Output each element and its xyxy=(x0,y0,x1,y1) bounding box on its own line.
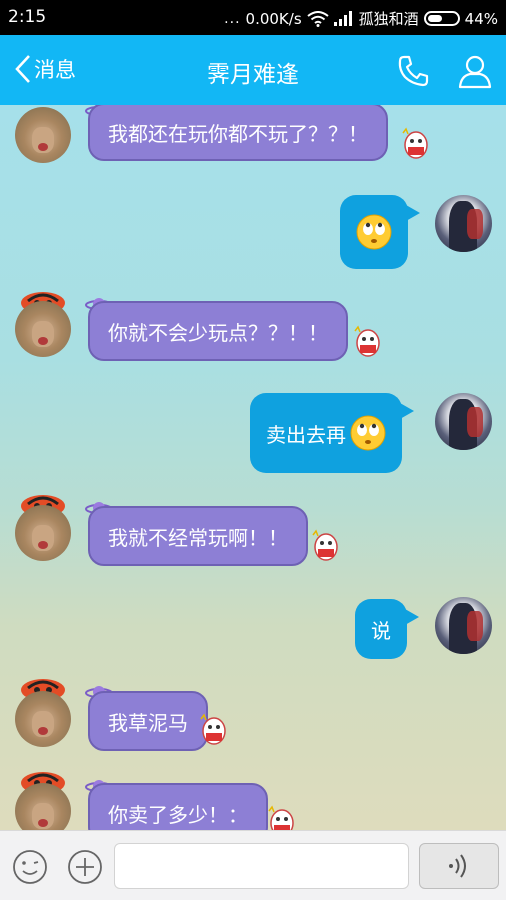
mascot-sticker-icon xyxy=(354,325,380,357)
plus-circle-icon[interactable] xyxy=(67,849,103,885)
status-bar: 2:15 ... 0.00K/s 孤独和酒 44% xyxy=(0,0,506,35)
my-avatar[interactable] xyxy=(435,195,492,252)
carrier-name: 孤独和酒 xyxy=(358,10,419,28)
my-avatar[interactable] xyxy=(435,393,492,450)
signal-bars-icon xyxy=(333,11,352,26)
my-avatar[interactable] xyxy=(435,597,492,654)
message-bubble-sent[interactable]: 说 xyxy=(355,599,419,659)
message-bubble-received[interactable]: 我草泥马 xyxy=(88,691,208,751)
input-bar xyxy=(0,830,506,900)
message-text: 我都还在玩你都不玩了？？！ xyxy=(108,121,368,146)
message-text: 说 xyxy=(371,618,391,643)
network-speed: 0.00K/s xyxy=(245,9,302,28)
profile-icon[interactable] xyxy=(456,52,494,90)
message-text: 卖出去再 xyxy=(266,422,346,447)
voice-wave-icon xyxy=(449,854,466,878)
message-text: 你卖了多少！： xyxy=(108,802,248,827)
smiley-icon[interactable] xyxy=(12,849,48,885)
message-bubble-received[interactable]: 我就不经常玩啊！！ xyxy=(88,506,308,566)
message-text: 我草泥马 xyxy=(108,710,188,735)
rolling-eyes-emoji-icon xyxy=(356,214,392,250)
mascot-sticker-icon xyxy=(312,529,338,561)
message-bubble-sent[interactable] xyxy=(340,195,420,269)
battery-icon xyxy=(423,11,460,26)
status-time: 2:15 xyxy=(8,7,47,27)
message-bubble-sent[interactable]: 卖出去再 xyxy=(250,393,414,473)
chat-area[interactable]: 我都还在玩你都不玩了？？！ 你就不会少玩点？？！！ 卖出去再 我就不经常玩啊！！… xyxy=(0,105,506,830)
rolling-eyes-emoji-icon xyxy=(350,415,386,451)
message-bubble-received[interactable]: 你就不会少玩点？？！！ xyxy=(88,301,348,361)
contact-avatar[interactable] xyxy=(15,783,71,830)
mascot-sticker-icon xyxy=(402,127,428,159)
chat-header: 消息 霁月难逢 xyxy=(0,35,506,105)
message-bubble-received[interactable]: 我都还在玩你都不玩了？？！ xyxy=(88,105,388,161)
phone-icon[interactable] xyxy=(396,53,432,89)
message-input[interactable] xyxy=(114,843,409,889)
contact-avatar[interactable] xyxy=(15,301,71,357)
status-indicators: ... 0.00K/s 孤独和酒 44% xyxy=(224,8,498,29)
contact-avatar[interactable] xyxy=(15,107,71,163)
battery-level: 44% xyxy=(464,9,498,28)
message-bubble-received[interactable]: 你卖了多少！： xyxy=(88,783,268,830)
message-text: 我就不经常玩啊！！ xyxy=(108,525,288,550)
wifi-icon xyxy=(307,10,329,27)
more-dots-icon: ... xyxy=(224,10,241,27)
mascot-sticker-icon xyxy=(200,713,226,745)
message-text: 你就不会少玩点？？！！ xyxy=(108,320,328,345)
contact-avatar[interactable] xyxy=(15,691,71,747)
mascot-sticker-icon xyxy=(268,805,294,830)
contact-avatar[interactable] xyxy=(15,505,71,561)
voice-button[interactable] xyxy=(419,843,499,889)
